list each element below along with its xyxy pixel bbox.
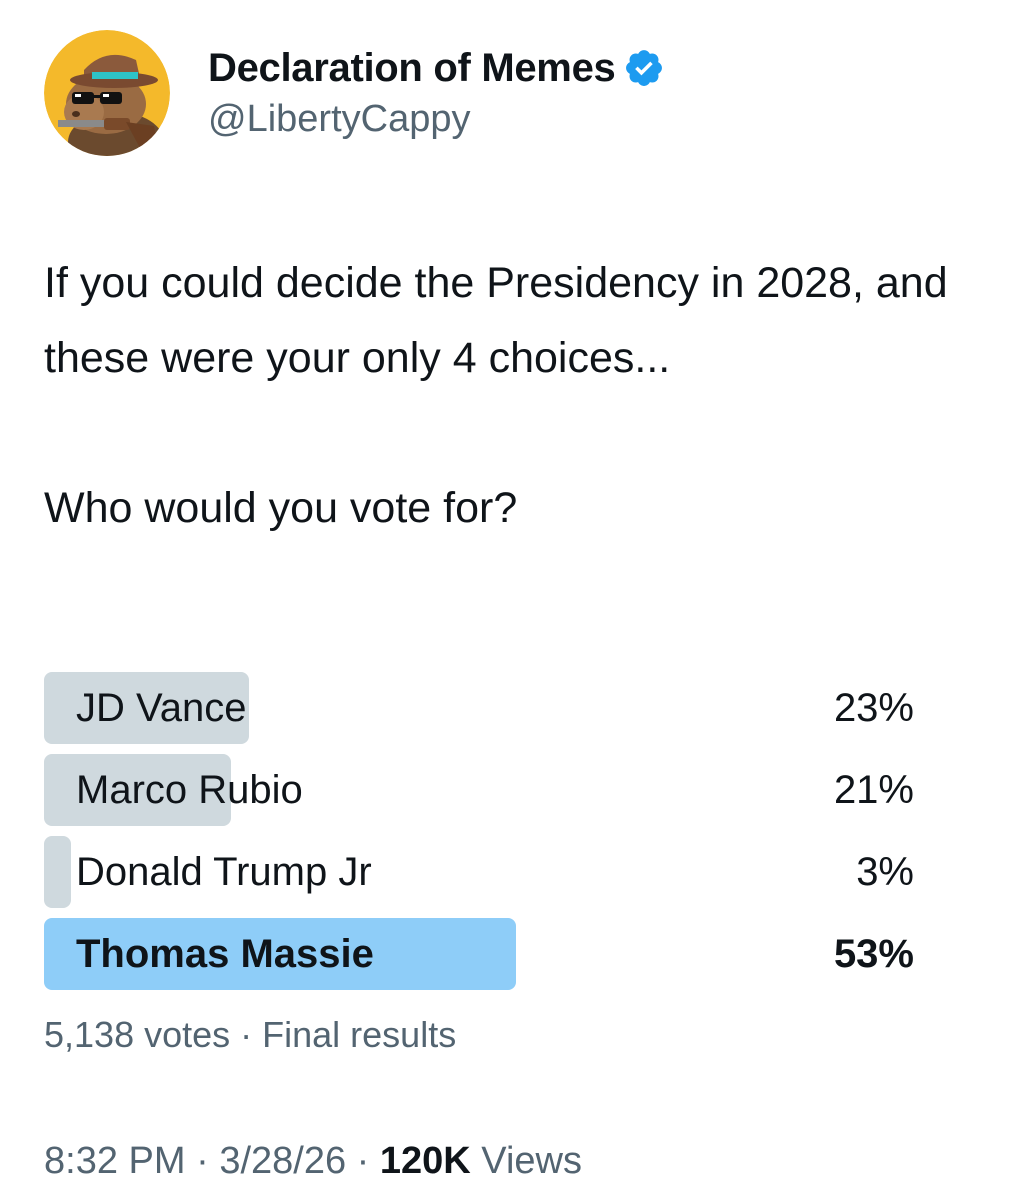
- verified-badge-icon: [623, 47, 665, 89]
- poll-option-percent: 3%: [856, 849, 914, 894]
- separator-dot: ·: [230, 1014, 263, 1055]
- poll-summary: 5,138 votes · Final results: [44, 1014, 456, 1056]
- tweet-metadata: 8:32 PM · 3/28/26 · 120K Views: [44, 1140, 582, 1183]
- poll-option-percent: 21%: [833, 767, 914, 812]
- poll-option-label: Marco Rubio: [76, 767, 303, 812]
- tweet-text: If you could decide the Presidency in 20…: [44, 246, 964, 546]
- capybara-avatar-icon: [44, 30, 170, 156]
- account-handle[interactable]: @LibertyCappy: [208, 98, 665, 141]
- poll-option-label: Thomas Massie: [76, 931, 374, 976]
- avatar[interactable]: [44, 30, 170, 156]
- separator-dot: ·: [346, 1140, 380, 1182]
- poll-option-percent: 23%: [833, 685, 914, 730]
- tweet-text-question: Who would you vote for?: [44, 484, 518, 532]
- poll-option: JD Vance 23%: [44, 672, 914, 744]
- poll-option-label: Donald Trump Jr: [76, 849, 372, 894]
- poll-option: Donald Trump Jr 3%: [44, 836, 914, 908]
- poll-option: Thomas Massie 53%: [44, 918, 914, 990]
- views-label: Views: [470, 1140, 582, 1182]
- poll-option-label: JD Vance: [76, 685, 247, 730]
- tweet-text-paragraph: If you could decide the Presidency in 20…: [44, 259, 948, 382]
- separator-dot: ·: [185, 1140, 220, 1182]
- poll-option-percent: 53%: [833, 931, 914, 976]
- poll-status: Final results: [262, 1014, 457, 1055]
- poll-option: Marco Rubio 21%: [44, 754, 914, 826]
- tweet-time[interactable]: 8:32 PM: [44, 1140, 186, 1182]
- poll: JD Vance 23% Marco Rubio 21% Donald Trum…: [44, 672, 914, 1000]
- tweet-header: Declaration of Memes @LibertyCappy: [44, 30, 984, 170]
- display-name[interactable]: Declaration of Memes: [208, 46, 616, 91]
- tweet-date[interactable]: 3/28/26: [219, 1140, 346, 1182]
- views-count[interactable]: 120K: [380, 1140, 471, 1182]
- vote-count: 5,138 votes: [44, 1014, 231, 1055]
